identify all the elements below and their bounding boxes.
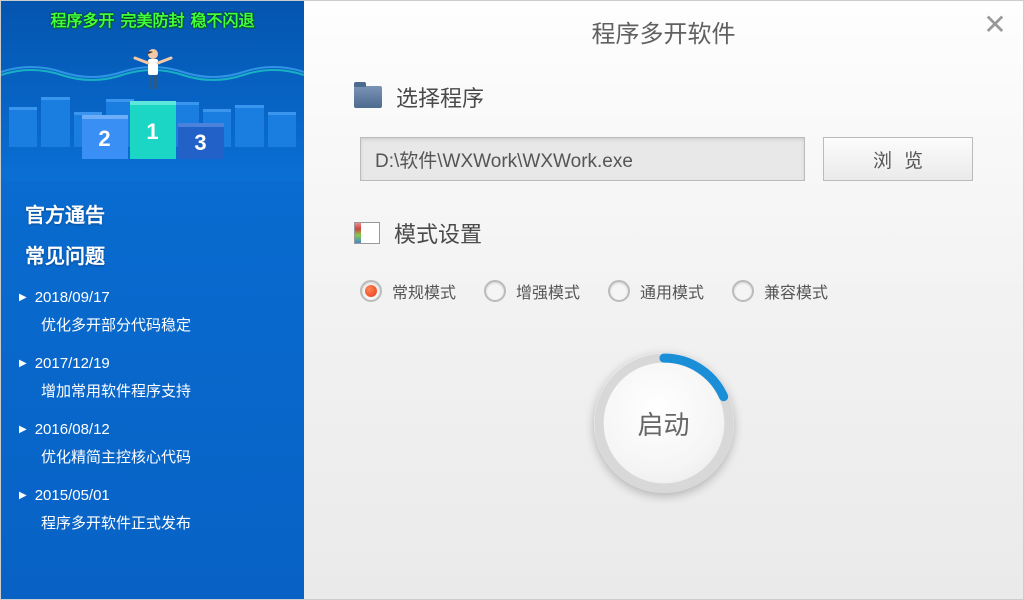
- folder-icon: [354, 86, 382, 108]
- news-text[interactable]: 优化精简主控核心代码: [19, 438, 286, 467]
- podium-step-1: 1: [130, 101, 176, 159]
- mode-option-compat[interactable]: 兼容模式: [732, 279, 828, 303]
- news-item: 2015/05/01 程序多开软件正式发布: [1, 481, 304, 547]
- select-program-header: 选择程序: [354, 81, 973, 113]
- radio-icon: [608, 280, 630, 302]
- settings-icon: [354, 222, 380, 244]
- path-row: 浏览: [354, 137, 973, 181]
- news-date[interactable]: 2018/09/17: [19, 289, 286, 306]
- news-date[interactable]: 2016/08/12: [19, 421, 286, 438]
- radio-label: 常规模式: [392, 279, 456, 303]
- person-icon: [133, 46, 173, 101]
- path-input[interactable]: [360, 137, 805, 181]
- launch-label: 启动: [637, 405, 689, 442]
- mode-option-enhanced[interactable]: 增强模式: [484, 279, 580, 303]
- banner: 程序多开 完美防封 稳不闪退: [1, 1, 304, 181]
- radio-label: 通用模式: [640, 279, 704, 303]
- launch-area: 启动: [354, 353, 973, 493]
- radio-icon: [360, 280, 382, 302]
- radio-icon: [732, 280, 754, 302]
- news-item: 2016/08/12 优化精简主控核心代码: [1, 415, 304, 481]
- news-date[interactable]: 2017/12/19: [19, 355, 286, 372]
- banner-tag: 稳不闪退: [191, 7, 255, 31]
- mode-radio-group: 常规模式 增强模式 通用模式 兼容模式: [354, 279, 973, 303]
- app-window: 程序多开 完美防封 稳不闪退: [0, 0, 1024, 600]
- news-list: 2018/09/17 优化多开部分代码稳定 2017/12/19 增加常用软件程…: [1, 275, 304, 555]
- mode-settings-header: 模式设置: [354, 217, 973, 249]
- section-announcements-title[interactable]: 官方通告: [1, 193, 304, 234]
- banner-tags: 程序多开 完美防封 稳不闪退: [1, 1, 304, 37]
- banner-tag: 完美防封: [120, 7, 184, 31]
- podium-step-2: 2: [82, 115, 128, 159]
- section-faq-title[interactable]: 常见问题: [1, 234, 304, 275]
- news-text[interactable]: 优化多开部分代码稳定: [19, 306, 286, 335]
- close-icon[interactable]: ✕: [983, 15, 1007, 39]
- main-panel: 程序多开软件 ✕ 选择程序 浏览 模式设置 常规模式: [304, 1, 1023, 599]
- radio-label: 增强模式: [516, 279, 580, 303]
- select-program-label: 选择程序: [396, 81, 484, 113]
- news-text[interactable]: 程序多开软件正式发布: [19, 504, 286, 533]
- mode-option-regular[interactable]: 常规模式: [360, 279, 456, 303]
- banner-tag: 程序多开: [50, 7, 114, 31]
- podium: 2 1 3: [82, 101, 224, 159]
- radio-icon: [484, 280, 506, 302]
- app-title: 程序多开软件: [592, 14, 736, 49]
- news-text[interactable]: 增加常用软件程序支持: [19, 372, 286, 401]
- news-item: 2017/12/19 增加常用软件程序支持: [1, 349, 304, 415]
- sidebar: 程序多开 完美防封 稳不闪退: [1, 1, 304, 599]
- podium-step-3: 3: [178, 123, 224, 159]
- news-date[interactable]: 2015/05/01: [19, 487, 286, 504]
- radio-label: 兼容模式: [764, 279, 828, 303]
- mode-option-universal[interactable]: 通用模式: [608, 279, 704, 303]
- content: 选择程序 浏览 模式设置 常规模式 增强模式: [304, 61, 1023, 599]
- podium-scene: 2 1 3: [1, 37, 304, 167]
- titlebar: 程序多开软件 ✕: [304, 1, 1023, 61]
- sidebar-sections: 官方通告 常见问题 2018/09/17 优化多开部分代码稳定 2017/12/…: [1, 181, 304, 567]
- mode-settings-label: 模式设置: [394, 217, 482, 249]
- news-item: 2018/09/17 优化多开部分代码稳定: [1, 283, 304, 349]
- browse-button[interactable]: 浏览: [823, 137, 973, 181]
- launch-button[interactable]: 启动: [594, 353, 734, 493]
